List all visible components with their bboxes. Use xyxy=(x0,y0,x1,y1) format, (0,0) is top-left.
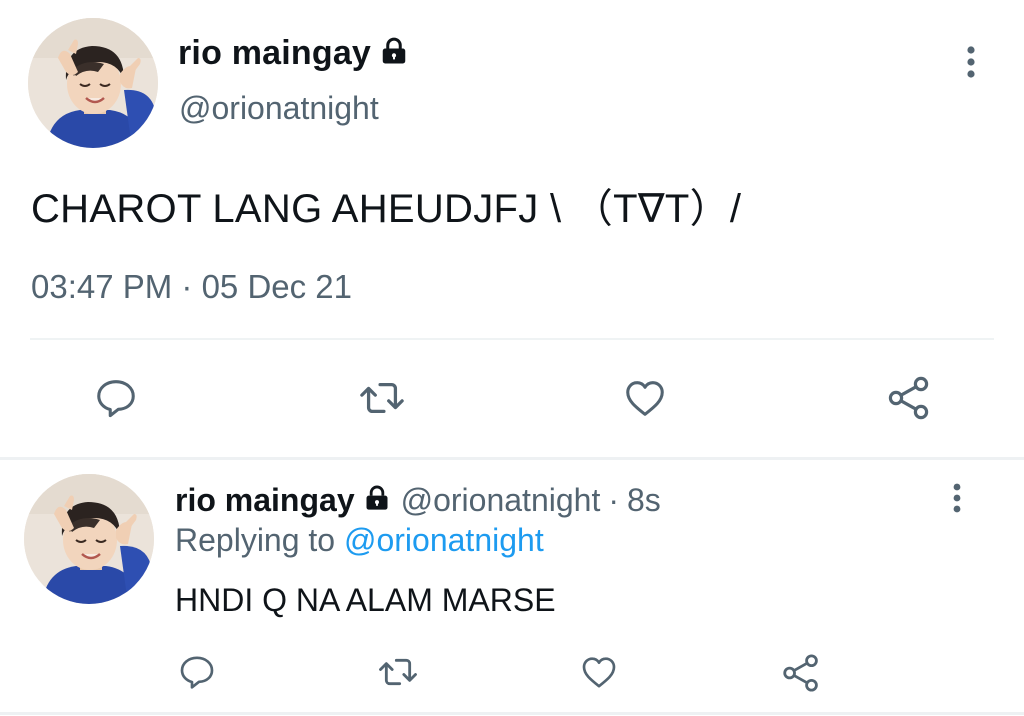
lock-icon xyxy=(379,36,409,71)
like-button[interactable] xyxy=(576,650,622,694)
avatar[interactable] xyxy=(28,18,158,148)
heart-icon xyxy=(626,381,664,416)
reply-icon xyxy=(97,380,135,418)
replying-to-line: Replying to @orionatnight xyxy=(175,522,544,559)
main-tweet: rio maingay @orionatnight CHAROT LANG AH… xyxy=(0,0,1024,458)
bottom-divider xyxy=(0,712,1024,715)
reply-icon xyxy=(180,656,214,689)
separator-dot: · xyxy=(608,481,619,518)
more-vertical-icon[interactable] xyxy=(946,480,968,516)
section-divider xyxy=(0,457,1024,460)
tweet-timestamp[interactable]: 03:47 PM · 05 Dec 21 xyxy=(31,268,352,306)
lock-icon xyxy=(363,484,391,517)
mention-link[interactable]: @orionatnight xyxy=(344,522,544,558)
author-name[interactable]: rio maingay xyxy=(175,482,355,519)
avatar-photo xyxy=(28,18,158,148)
divider xyxy=(30,338,994,340)
reply-button[interactable] xyxy=(175,650,219,694)
avatar[interactable] xyxy=(24,474,154,604)
author-name[interactable]: rio maingay xyxy=(178,34,371,73)
tweet-text: CHAROT LANG AHEUDJFJ \ （T∇T）/ xyxy=(31,187,742,231)
author-name-row: rio maingay xyxy=(178,30,409,76)
retweet-button[interactable] xyxy=(354,372,410,424)
more-vertical-icon[interactable] xyxy=(960,42,982,82)
share-icon xyxy=(888,376,929,420)
reply-header: rio maingay @orionatnight · 8s xyxy=(175,478,661,522)
share-icon xyxy=(783,654,818,692)
retweet-button[interactable] xyxy=(374,650,422,694)
like-button[interactable] xyxy=(618,372,672,424)
replying-to-label: Replying to xyxy=(175,522,344,558)
author-handle[interactable]: @orionatnight xyxy=(179,90,379,127)
retweet-icon xyxy=(379,658,417,686)
heart-icon xyxy=(582,657,616,688)
retweet-icon xyxy=(360,382,404,414)
share-button[interactable] xyxy=(778,650,824,696)
avatar-photo xyxy=(24,474,154,604)
tweet-text: HNDI Q NA ALAM MARSE xyxy=(175,582,556,618)
tweet-thread-page: rio maingay @orionatnight CHAROT LANG AH… xyxy=(0,0,1024,716)
share-button[interactable] xyxy=(882,372,936,424)
tweet-time-ago[interactable]: 8s xyxy=(627,482,661,519)
reply-button[interactable] xyxy=(90,372,142,424)
author-handle[interactable]: @orionatnight xyxy=(401,482,601,519)
